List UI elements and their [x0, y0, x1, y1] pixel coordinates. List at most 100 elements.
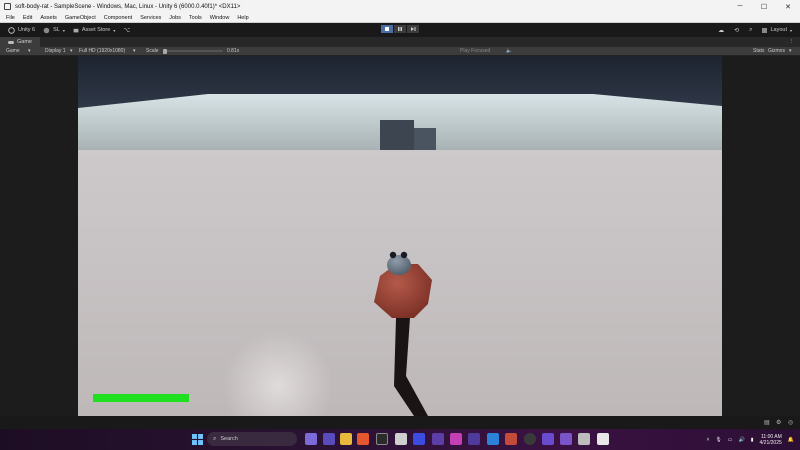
app-icon-magenta[interactable] — [450, 433, 462, 445]
menu-edit[interactable]: Edit — [23, 15, 32, 21]
resolution-dropdown[interactable]: Full HD (1920x1080) — [79, 48, 125, 54]
menu-services[interactable]: Services — [140, 15, 161, 21]
play-controls — [381, 25, 419, 33]
unity-app-icon — [4, 3, 11, 10]
step-button[interactable] — [407, 25, 419, 33]
debug-icon[interactable]: ⚙ — [776, 419, 781, 426]
pause-button[interactable] — [394, 25, 406, 33]
copilot-icon[interactable] — [305, 433, 317, 445]
status-bar: ▤ ⚙ ◎ — [0, 416, 800, 429]
history-icon[interactable]: ⟲ — [734, 27, 739, 34]
view-type-dropdown[interactable]: Game — [6, 48, 20, 54]
unity-hub-icon[interactable] — [395, 433, 407, 445]
visual-studio-icon[interactable] — [468, 433, 480, 445]
layout-icon — [762, 27, 768, 33]
close-button[interactable]: ✕ — [776, 0, 800, 13]
progress-icon[interactable]: ▤ — [764, 419, 770, 426]
teams-icon[interactable] — [323, 433, 335, 445]
menu-gameobject[interactable]: GameObject — [65, 15, 96, 21]
search-icon[interactable]: ⌕ — [749, 27, 752, 34]
layout-dropdown[interactable]: Layout ▾ — [762, 27, 792, 33]
rat-head — [387, 255, 411, 275]
user-icon — [43, 27, 50, 33]
menu-bar: File Edit Assets GameObject Component Se… — [0, 13, 800, 23]
stop-icon — [385, 27, 389, 31]
notification-bell-icon[interactable]: 🔔 — [788, 437, 794, 443]
app-icon-blue[interactable] — [413, 433, 425, 445]
health-bar-fill — [93, 394, 189, 402]
scale-value: 0.81x — [227, 48, 240, 54]
taskbar-search-box[interactable]: ⌕ Search — [207, 432, 297, 446]
stats-button[interactable]: Stats — [753, 48, 764, 54]
unity-logo-icon — [8, 26, 15, 34]
rat-ear-left — [389, 251, 397, 259]
brave-browser-icon[interactable] — [357, 433, 369, 445]
mute-audio-icon[interactable]: 🔈 — [506, 48, 512, 54]
window-titlebar: soft-body-rat - SampleScene - Windows, M… — [0, 0, 800, 13]
shopping-bag-icon — [73, 28, 79, 33]
app-icon-purple[interactable] — [432, 433, 444, 445]
window-controls: ─ ☐ ✕ — [728, 0, 800, 13]
gamepad-icon — [8, 40, 14, 44]
tab-game[interactable]: Game — [0, 37, 40, 47]
chevron-up-icon[interactable]: ˄ — [707, 437, 710, 443]
game-viewport[interactable] — [78, 56, 722, 416]
layout-label: Layout — [770, 27, 787, 33]
maximize-button[interactable]: ☐ — [752, 0, 776, 13]
chevron-down-icon: ▾ — [113, 27, 116, 33]
play-mode-dropdown[interactable]: Play Focused — [460, 48, 490, 54]
clock-date: 4/21/2025 — [759, 440, 782, 446]
volume-icon[interactable]: 🔊 — [739, 437, 745, 443]
game-view-toolbar: Game ▾ Display 1 ▾ Full HD (1920x1080) ▾… — [0, 47, 800, 56]
distant-block-side — [414, 128, 436, 150]
menu-file[interactable]: File — [6, 15, 15, 21]
display-dropdown[interactable]: Display 1 — [45, 48, 66, 54]
asset-store-button[interactable]: Asset Store ▾ — [73, 27, 115, 33]
cloud-icon[interactable]: ☁ — [718, 27, 724, 34]
menu-component[interactable]: Component — [104, 15, 132, 21]
rat-ear-right — [400, 251, 408, 259]
search-placeholder: Search — [220, 436, 238, 442]
health-bar — [93, 394, 189, 402]
vscode-icon[interactable] — [487, 433, 499, 445]
version-control-icon[interactable]: ⌥ — [123, 27, 130, 34]
window-title: soft-body-rat - SampleScene - Windows, M… — [15, 3, 241, 10]
scale-slider-track[interactable] — [165, 50, 223, 52]
app-icon-red[interactable] — [505, 433, 517, 445]
github-desktop-icon[interactable] — [542, 433, 554, 445]
menu-help[interactable]: Help — [237, 15, 248, 21]
windows-start-icon[interactable] — [192, 434, 203, 445]
chevron-down-icon: ▾ — [789, 27, 792, 33]
minimize-button[interactable]: ─ — [728, 0, 752, 13]
file-explorer-icon[interactable] — [340, 433, 352, 445]
console-icon[interactable]: ◎ — [788, 419, 793, 426]
app-icon-circle[interactable] — [524, 433, 536, 445]
step-icon — [410, 27, 415, 31]
play-button[interactable] — [381, 25, 393, 33]
user-button[interactable]: SL ▾ — [43, 27, 65, 34]
battery-icon[interactable]: ▮ — [751, 437, 754, 443]
distant-block — [380, 120, 414, 150]
tab-options-icon[interactable]: ⋮ — [789, 39, 795, 45]
microphone-icon[interactable]: 🎙 — [715, 437, 721, 443]
gizmos-dropdown[interactable]: Gizmos — [768, 48, 785, 54]
unity-editor-icon[interactable] — [578, 433, 590, 445]
app-icon-white[interactable] — [597, 433, 609, 445]
app-icon-violet[interactable] — [560, 433, 572, 445]
menu-window[interactable]: Window — [210, 15, 230, 21]
user-label: SL — [53, 27, 60, 33]
pause-icon — [398, 27, 402, 31]
view-dropdown-arrow: ▾ — [28, 48, 31, 54]
taskbar-clock[interactable]: 11:00 AM 4/21/2025 — [760, 434, 782, 446]
account-button[interactable]: Unity 6 — [8, 26, 35, 34]
menu-jobs[interactable]: Jobs — [169, 15, 181, 21]
scale-label: Scale — [146, 48, 159, 54]
menu-assets[interactable]: Assets — [40, 15, 57, 21]
search-icon: ⌕ — [213, 435, 217, 442]
display-icon[interactable]: ▭ — [728, 437, 733, 443]
menu-tools[interactable]: Tools — [189, 15, 202, 21]
terminal-icon[interactable] — [376, 433, 388, 445]
tab-game-label: Game — [17, 39, 32, 45]
display-dropdown-arrow: ▾ — [70, 48, 73, 54]
scale-slider-handle[interactable] — [163, 48, 167, 54]
